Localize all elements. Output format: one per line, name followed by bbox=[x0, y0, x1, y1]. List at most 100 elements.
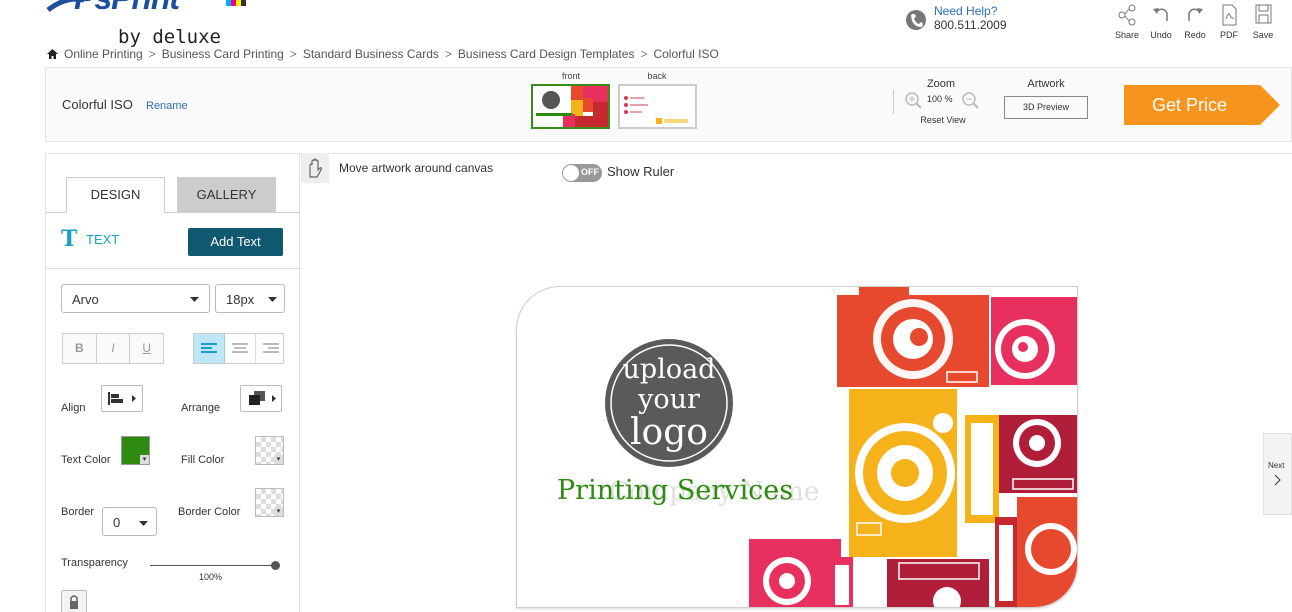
align-left-button[interactable] bbox=[194, 334, 225, 363]
text-section-label: TEXT bbox=[86, 232, 120, 247]
breadcrumb-standard-business-cards[interactable]: Standard Business Cards bbox=[303, 47, 439, 61]
camera-darkred-icon bbox=[999, 415, 1077, 493]
design-name: Colorful ISO bbox=[62, 97, 133, 112]
3d-preview-button[interactable]: 3D Preview bbox=[1004, 96, 1088, 119]
transparency-slider-track[interactable] bbox=[150, 565, 276, 566]
back-thumbnail[interactable] bbox=[618, 84, 697, 129]
ruler-toggle-knob bbox=[563, 165, 579, 181]
chevron-right-icon bbox=[1274, 474, 1281, 486]
align-center-button[interactable] bbox=[225, 334, 256, 363]
printing-services-text[interactable]: Printing Services bbox=[557, 475, 793, 506]
undo-button[interactable]: Undo bbox=[1146, 3, 1176, 40]
zoom-out-button[interactable] bbox=[961, 91, 979, 109]
back-label: back bbox=[647, 71, 667, 81]
undo-icon bbox=[1153, 8, 1168, 21]
chevron-down-icon bbox=[139, 521, 148, 526]
back-thumbnail-art bbox=[624, 96, 688, 124]
business-card[interactable]: upload your logo Company Name Printing S… bbox=[516, 286, 1078, 608]
film-yellow-icon bbox=[965, 415, 999, 523]
save-label: Save bbox=[1252, 30, 1274, 40]
logo-line-upload: upload bbox=[622, 354, 716, 385]
move-artwork-hint: Move artwork around canvas bbox=[339, 161, 494, 175]
fill-color-swatch[interactable]: ▾ bbox=[255, 436, 284, 465]
align-label: Align bbox=[61, 402, 86, 414]
camera-yellow-icon bbox=[849, 389, 957, 557]
hand-icon bbox=[309, 158, 322, 178]
save-button[interactable]: Save bbox=[1248, 3, 1278, 40]
text-style-group: B I U bbox=[62, 333, 164, 364]
arrange-label: Arrange bbox=[181, 402, 221, 414]
home-icon[interactable] bbox=[46, 48, 59, 60]
text-tool-icon: T bbox=[61, 226, 78, 252]
text-color-label: Text Color bbox=[61, 454, 111, 466]
tab-gallery[interactable]: GALLERY bbox=[177, 177, 276, 213]
redo-icon bbox=[1188, 8, 1203, 21]
underline-button[interactable]: U bbox=[130, 334, 163, 363]
ruler-toggle-state: OFF bbox=[581, 167, 599, 177]
zoom-out-icon bbox=[962, 92, 979, 109]
border-color-swatch[interactable]: ▾ bbox=[255, 488, 284, 517]
artwork-label: Artwork bbox=[1027, 78, 1065, 90]
breadcrumb-online-printing[interactable]: Online Printing bbox=[64, 47, 143, 61]
zoom-in-button[interactable] bbox=[904, 91, 922, 109]
section-divider bbox=[46, 268, 300, 269]
front-label: front bbox=[561, 71, 580, 81]
font-size-value: 18px bbox=[226, 292, 255, 307]
pdf-button[interactable]: PDF bbox=[1214, 3, 1244, 40]
camera-pink-icon bbox=[991, 297, 1077, 385]
bold-button[interactable]: B bbox=[63, 334, 97, 363]
zoom-label: Zoom bbox=[926, 78, 956, 90]
divider bbox=[893, 90, 894, 114]
transparency-slider-handle[interactable] bbox=[271, 561, 280, 570]
brand-name: PsPrint bbox=[74, 0, 180, 17]
pdf-icon bbox=[1222, 4, 1237, 26]
border-width-select[interactable]: 0 bbox=[102, 507, 157, 536]
front-thumbnail[interactable] bbox=[531, 84, 610, 129]
help-phone: 800.511.2009 bbox=[934, 18, 1007, 32]
phone-help-icon bbox=[905, 6, 929, 34]
font-size-select[interactable]: 18px bbox=[215, 284, 285, 313]
get-price-label: Get Price bbox=[1152, 95, 1228, 115]
text-color-swatch[interactable]: ▾ bbox=[121, 436, 150, 465]
need-help-link[interactable]: Need Help? bbox=[934, 4, 997, 18]
breadcrumb-business-card-printing[interactable]: Business Card Printing bbox=[162, 47, 284, 61]
next-side-button[interactable]: Next bbox=[1263, 433, 1292, 515]
upload-logo-text: upload your logo bbox=[603, 355, 735, 451]
breadcrumb-design-templates[interactable]: Business Card Design Templates bbox=[458, 47, 635, 61]
transparency-label: Transparency bbox=[61, 557, 128, 569]
get-price-button[interactable]: Get Price bbox=[1124, 85, 1280, 125]
camera-collage-art bbox=[749, 287, 1077, 607]
swatch-chevron-icon: ▾ bbox=[140, 455, 149, 464]
chevron-down-icon bbox=[190, 297, 199, 302]
arrange-dropdown[interactable] bbox=[240, 385, 282, 412]
tab-design[interactable]: DESIGN bbox=[66, 177, 165, 213]
pan-tool-button[interactable] bbox=[301, 153, 329, 183]
border-label: Border bbox=[61, 506, 95, 518]
chevron-down-icon bbox=[268, 297, 277, 302]
lock-button[interactable] bbox=[61, 590, 87, 612]
ruler-toggle[interactable]: OFF bbox=[562, 164, 602, 182]
align-center-icon bbox=[232, 343, 248, 353]
rename-link[interactable]: Rename bbox=[146, 100, 188, 112]
left-panel bbox=[45, 153, 300, 612]
redo-label: Redo bbox=[1184, 30, 1206, 40]
next-label: Next bbox=[1268, 461, 1285, 470]
front-thumbnail-art bbox=[536, 86, 608, 127]
redo-button[interactable]: Redo bbox=[1180, 3, 1210, 40]
align-dropdown[interactable] bbox=[101, 385, 143, 412]
align-objects-icon bbox=[108, 392, 136, 405]
align-right-button[interactable] bbox=[256, 334, 286, 363]
reset-view-link[interactable]: Reset View bbox=[912, 115, 974, 125]
brand-sub: by deluxe bbox=[118, 26, 221, 48]
breadcrumb-current: Colorful ISO bbox=[653, 47, 719, 61]
share-label: Share bbox=[1114, 30, 1140, 40]
share-button[interactable]: Share bbox=[1112, 3, 1142, 40]
font-select[interactable]: Arvo bbox=[61, 284, 210, 313]
italic-button[interactable]: I bbox=[97, 334, 131, 363]
save-icon bbox=[1255, 4, 1272, 24]
align-right-icon bbox=[263, 343, 279, 353]
transparency-value: 100% bbox=[199, 572, 223, 582]
zoom-in-icon bbox=[905, 92, 922, 109]
add-text-button[interactable]: Add Text bbox=[188, 228, 283, 256]
align-left-icon bbox=[201, 343, 217, 353]
